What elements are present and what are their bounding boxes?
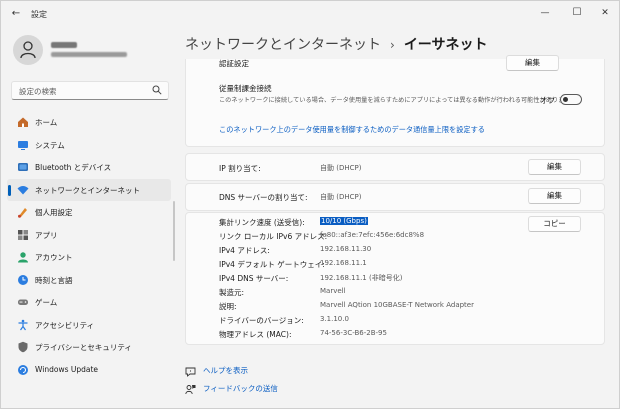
property-value: 3.1.10.0 (320, 315, 349, 323)
sidebar-item-label: Windows Update (35, 364, 99, 374)
breadcrumb-parent[interactable]: ネットワークとインターネット (185, 37, 381, 53)
feedback-icon (185, 384, 196, 394)
search-icon[interactable] (152, 85, 162, 95)
windows-update-icon (18, 364, 28, 375)
sidebar-item-accessibility[interactable]: アクセシビリティ (7, 314, 171, 337)
sidebar-nav: ホーム システム Bluetooth とデバイス ネットワークとインターネット … (7, 111, 171, 381)
ip-assignment-value: 自動 (DHCP) (320, 164, 362, 172)
sidebar-item-label: アプリ (35, 230, 58, 240)
get-help-label: ヘルプを表示 (203, 366, 248, 375)
system-icon (18, 140, 28, 150)
breadcrumb-chevron-icon: › (390, 38, 395, 52)
sidebar-item-label: システム (35, 140, 65, 150)
property-value[interactable]: 10/10 (Gbps) (320, 217, 368, 225)
sidebar-item-personalization[interactable]: 個人用設定 (7, 201, 171, 224)
auth-edit-button[interactable]: 編集 (506, 55, 559, 71)
avatar[interactable] (13, 35, 43, 65)
privacy-icon (18, 341, 28, 353)
personalization-icon (18, 208, 27, 218)
time-language-icon (18, 274, 28, 285)
property-label: ドライバーのバージョン: (219, 316, 304, 325)
property-value: 192.168.11.30 (320, 245, 372, 253)
sidebar-item-bluetooth[interactable]: Bluetooth とデバイス (7, 156, 171, 179)
dns-assignment-label: DNS サーバーの割り当て: (219, 193, 308, 202)
property-value: fe80::af3e:7efc:456e:6dc8%8 (320, 231, 425, 239)
data-limit-link[interactable]: このネットワーク上のデータ使用量を制御するためのデータ通信量上限を設定する (219, 125, 485, 135)
property-value: 74-56-3C-B6-2B-95 (320, 329, 387, 337)
sidebar-item-accounts[interactable]: アカウント (7, 246, 171, 269)
metered-connection-description: このネットワークに接続している場合、データ使用量を減らすためにアプリによっては異… (219, 97, 571, 104)
sidebar-item-time-language[interactable]: 時刻と言語 (7, 269, 171, 292)
properties-card: コピー 集計リンク速度 (送受信): 10/10 (Gbps) リンク ローカル… (185, 212, 605, 345)
sidebar-item-label: プライバシーとセキュリティ (35, 343, 132, 352)
property-label: リンク ローカル IPv6 アドレス: (219, 232, 328, 241)
profile-email-redacted (51, 52, 127, 57)
sidebar-item-gaming[interactable]: ゲーム (7, 291, 171, 314)
get-help-link[interactable]: ヘルプを表示 (185, 365, 248, 377)
ip-assignment-label: IP 割り当て: (219, 164, 261, 173)
network-icon (17, 185, 29, 194)
ip-edit-button[interactable]: 編集 (528, 159, 581, 175)
dns-edit-button[interactable]: 編集 (528, 188, 581, 204)
copy-button[interactable]: コピー (528, 216, 581, 232)
sidebar-item-label: ネットワークとインターネット (35, 185, 140, 195)
maximize-icon[interactable]: ☐ (567, 5, 587, 21)
settings-window: ← 設定 — ☐ ✕ 設定の検索 ホーム システム Bluetooth とデバイ… (0, 0, 620, 409)
metered-connection-card: 認証設定 編集 従量制課金接続 このネットワークに接続している場合、データ使用量… (185, 55, 605, 147)
metered-connection-toggle[interactable] (560, 94, 582, 105)
property-label: 製造元: (219, 288, 245, 297)
metered-toggle-state: オフ (540, 96, 555, 105)
metered-connection-label: 従量制課金接続 (219, 84, 272, 93)
account-icon (18, 252, 28, 263)
sidebar-item-label: Bluetooth とデバイス (35, 163, 112, 172)
send-feedback-label: フィードバックの送信 (203, 384, 278, 393)
auth-settings-label: 認証設定 (219, 59, 249, 68)
property-label: 説明: (219, 302, 237, 311)
property-label: IPv4 デフォルト ゲートウェイ: (219, 260, 325, 269)
dns-assignment-card: DNS サーバーの割り当て: 自動 (DHCP) 編集 (185, 183, 605, 211)
sidebar-item-label: ゲーム (35, 298, 58, 307)
apps-icon (18, 229, 28, 240)
settings-search-box[interactable]: 設定の検索 (11, 81, 169, 100)
sidebar-item-windows-update[interactable]: Windows Update (7, 359, 171, 382)
gaming-icon (18, 299, 28, 305)
property-value: 192.168.11.1 (非暗号化) (320, 274, 403, 282)
sidebar-item-apps[interactable]: アプリ (7, 224, 171, 247)
back-arrow-icon[interactable]: ← (9, 7, 23, 21)
page-title: イーサネット (403, 37, 488, 53)
help-icon (185, 367, 196, 377)
close-icon[interactable]: ✕ (595, 5, 615, 21)
sidebar-item-label: 個人用設定 (35, 208, 73, 217)
property-label: IPv4 DNS サーバー: (219, 274, 289, 283)
search-placeholder: 設定の検索 (19, 87, 57, 96)
send-feedback-link[interactable]: フィードバックの送信 (185, 383, 278, 395)
property-value: Marvell AQtion 10GBASE-T Network Adapter (320, 301, 474, 309)
property-value: 192.168.11.1 (320, 259, 367, 267)
breadcrumb: ネットワークとインターネット › イーサネット (185, 34, 488, 54)
minimize-icon[interactable]: — (535, 5, 555, 21)
property-label: 物理アドレス (MAC): (219, 330, 292, 339)
ip-assignment-card: IP 割り当て: 自動 (DHCP) 編集 (185, 153, 605, 181)
property-value: Marvell (320, 287, 346, 295)
sidebar-item-label: 時刻と言語 (35, 275, 73, 285)
property-label: IPv4 アドレス: (219, 246, 270, 255)
sidebar-item-system[interactable]: システム (7, 134, 171, 157)
home-icon (18, 117, 28, 127)
sidebar-item-network[interactable]: ネットワークとインターネット (7, 178, 171, 201)
user-icon (20, 41, 36, 59)
profile-name-redacted (51, 42, 77, 48)
title-bar: ← 設定 — ☐ ✕ (1, 1, 619, 27)
sidebar-item-label: アクセシビリティ (35, 320, 95, 330)
sidebar-item-label: ホーム (35, 118, 58, 127)
bluetooth-icon (18, 163, 28, 171)
dns-assignment-value: 自動 (DHCP) (320, 193, 362, 201)
app-title: 設定 (31, 10, 47, 19)
accessibility-icon (18, 319, 28, 330)
selected-text: 10/10 (Gbps) (320, 217, 368, 225)
sidebar-item-privacy[interactable]: プライバシーとセキュリティ (7, 336, 171, 359)
sidebar-item-home[interactable]: ホーム (7, 111, 171, 134)
property-label: 集計リンク速度 (送受信): (219, 218, 305, 227)
sidebar-scrollbar[interactable] (173, 201, 175, 261)
sidebar-item-label: アカウント (35, 253, 73, 262)
